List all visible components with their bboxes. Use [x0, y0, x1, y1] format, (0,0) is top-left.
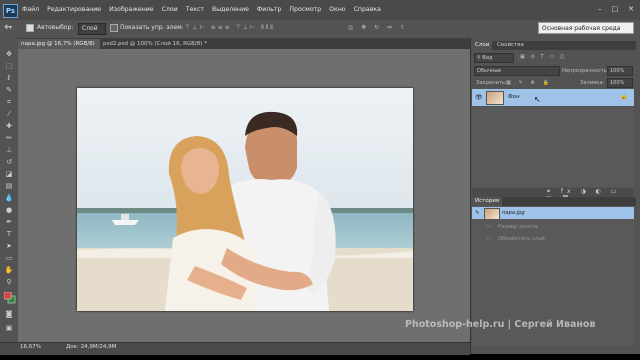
history-step-icon: ▭	[486, 224, 491, 230]
path-select-icon[interactable]: ➤	[4, 242, 14, 251]
history-brush-icon[interactable]: ↺	[4, 158, 14, 167]
pen-tool-icon[interactable]: ✒	[4, 218, 14, 227]
menu-file[interactable]: Файл	[22, 6, 39, 13]
lasso-tool-icon[interactable]: ℓ	[4, 74, 14, 83]
fill-label: Заливка:	[580, 80, 605, 86]
history-panel-header: История	[472, 197, 636, 206]
clone-stamp-icon[interactable]: ⊥	[4, 146, 14, 155]
history-brush-source-icon[interactable]: ✎	[475, 210, 479, 216]
move-tool-icon[interactable]: ✥	[4, 50, 14, 59]
fill-field[interactable]: 100%	[607, 78, 633, 88]
document-info: Док: 24,9M/24,9M	[66, 344, 117, 350]
healing-brush-icon[interactable]: ✚	[4, 122, 14, 131]
window-controls: – □ ✕	[598, 5, 634, 13]
eye-icon[interactable]: 👁	[475, 94, 483, 101]
layer-name: Фон	[508, 94, 520, 100]
eyedropper-icon[interactable]: ⁄	[4, 110, 14, 119]
close-button[interactable]: ✕	[628, 5, 634, 13]
history-step[interactable]: Размер холста	[498, 224, 538, 230]
lock-icons[interactable]: ▦ ✎ ✥ 🔒	[506, 80, 552, 86]
layer-filter-icons[interactable]: ▣ ⊘ T ▭ ◫	[520, 54, 567, 60]
tab-layers[interactable]: Слои	[472, 41, 493, 50]
shape-tool-icon[interactable]: ▭	[4, 254, 14, 263]
menu-items: Файл Редактирование Изображение Слои Тек…	[22, 6, 381, 13]
lock-label: Закрепить:	[476, 80, 507, 86]
layers-footer: ⚭ fx ◑ ◐ ▭ ▣ 🗑	[472, 188, 634, 202]
show-controls-label: Показать упр. элем.	[120, 24, 184, 31]
tab-psd2-psd[interactable]: psd2.psd @ 100% (Слой 16, RGB/8) *	[100, 39, 211, 49]
marquee-tool-icon[interactable]: ⬚	[4, 62, 14, 71]
zoom-level[interactable]: 16,67%	[20, 344, 41, 350]
history-step-icon: ▭	[486, 236, 491, 242]
autoselect-dropdown[interactable]: Слой	[78, 23, 106, 35]
quick-mask-icon[interactable]: ◙	[4, 310, 14, 319]
type-tool-icon[interactable]: T	[4, 230, 14, 239]
watermark: Photoshop-help.ru | Сергей Иванов	[405, 319, 596, 330]
menu-edit[interactable]: Редактирование	[47, 6, 101, 13]
gradient-tool-icon[interactable]: ▤	[4, 182, 14, 191]
tab-para-jpg[interactable]: пара.jpg @ 16,7% (RGB/8) *	[18, 39, 102, 57]
menu-type[interactable]: Текст	[186, 6, 204, 13]
minimize-button[interactable]: –	[598, 5, 602, 13]
screen-mode-icon[interactable]: ▣	[4, 324, 14, 333]
layers-list-empty	[472, 107, 634, 187]
color-swatches-icon[interactable]	[3, 291, 16, 304]
eraser-tool-icon[interactable]: ◪	[4, 170, 14, 179]
snapshot-thumbnail	[484, 208, 500, 220]
layer-thumbnail	[486, 91, 504, 105]
blur-tool-icon[interactable]: 💧	[4, 194, 14, 203]
move-tool-icon[interactable]: ✥▾	[4, 24, 12, 31]
hand-tool-icon[interactable]: ✋	[4, 266, 14, 275]
history-step[interactable]: Обработать слой	[498, 236, 545, 242]
menu-help[interactable]: Справка	[354, 6, 381, 13]
opacity-field[interactable]: 100%	[607, 66, 633, 76]
menu-select[interactable]: Выделение	[212, 6, 249, 13]
menu-window[interactable]: Окно	[329, 6, 345, 13]
beach-couple-photo	[77, 88, 413, 311]
align-icons[interactable]: ⊤⊥⊢ ≡≡≡ ⊤⊥⊢ ⫴⫴⫴	[185, 24, 275, 32]
mouse-cursor-icon: ↖	[534, 95, 541, 104]
photoshop-logo: Ps	[3, 4, 18, 18]
brush-tool-icon[interactable]: ✏	[4, 134, 14, 143]
dodge-tool-icon[interactable]: ●	[4, 206, 14, 215]
menu-filter[interactable]: Фильтр	[257, 6, 281, 13]
crop-tool-icon[interactable]: ⌗	[4, 98, 14, 107]
menu-image[interactable]: Изображение	[109, 6, 154, 13]
tools-panel: ✥ ⬚ ℓ ✎ ⌗ ⁄ ✚ ✏ ⊥ ↺ ◪ ▤ 💧 ● ✒ T ➤ ▭ ✋ ⚲ …	[0, 38, 19, 342]
layer-kind-filter[interactable]: ⚲ Вид	[474, 53, 514, 63]
menu-layers[interactable]: Слои	[162, 6, 178, 13]
tab-properties[interactable]: Свойства	[494, 41, 527, 50]
zoom-tool-icon[interactable]: ⚲	[4, 278, 14, 287]
opacity-label: Непрозрачность:	[562, 68, 609, 74]
layers-panel-header: Слои Свойства	[472, 41, 636, 50]
document-tabs: пара.jpg @ 16,7% (RGB/8) * psd2.psd @ 10…	[18, 38, 470, 57]
history-snapshot-label: пара.jpg	[502, 210, 525, 216]
maximize-button[interactable]: □	[612, 5, 619, 13]
menu-view[interactable]: Просмотр	[289, 6, 321, 13]
workspace-select[interactable]: Основная рабочая среда	[538, 22, 634, 34]
blend-mode-select[interactable]: Обычные	[474, 66, 560, 76]
autoselect-checkbox[interactable]	[26, 24, 36, 32]
autoselect-label: Автовыбор:	[37, 24, 74, 31]
lock-icon: 🔒	[620, 93, 628, 100]
3d-mode-icons[interactable]: ◎ ✥ ↻ ⇔ ⇧	[348, 24, 408, 31]
show-controls-checkbox[interactable]	[110, 24, 120, 32]
quick-select-icon[interactable]: ✎	[4, 86, 14, 95]
layer-kind-label: Вид	[482, 55, 493, 61]
tab-history[interactable]: История	[472, 197, 503, 206]
document-image[interactable]	[77, 88, 413, 311]
